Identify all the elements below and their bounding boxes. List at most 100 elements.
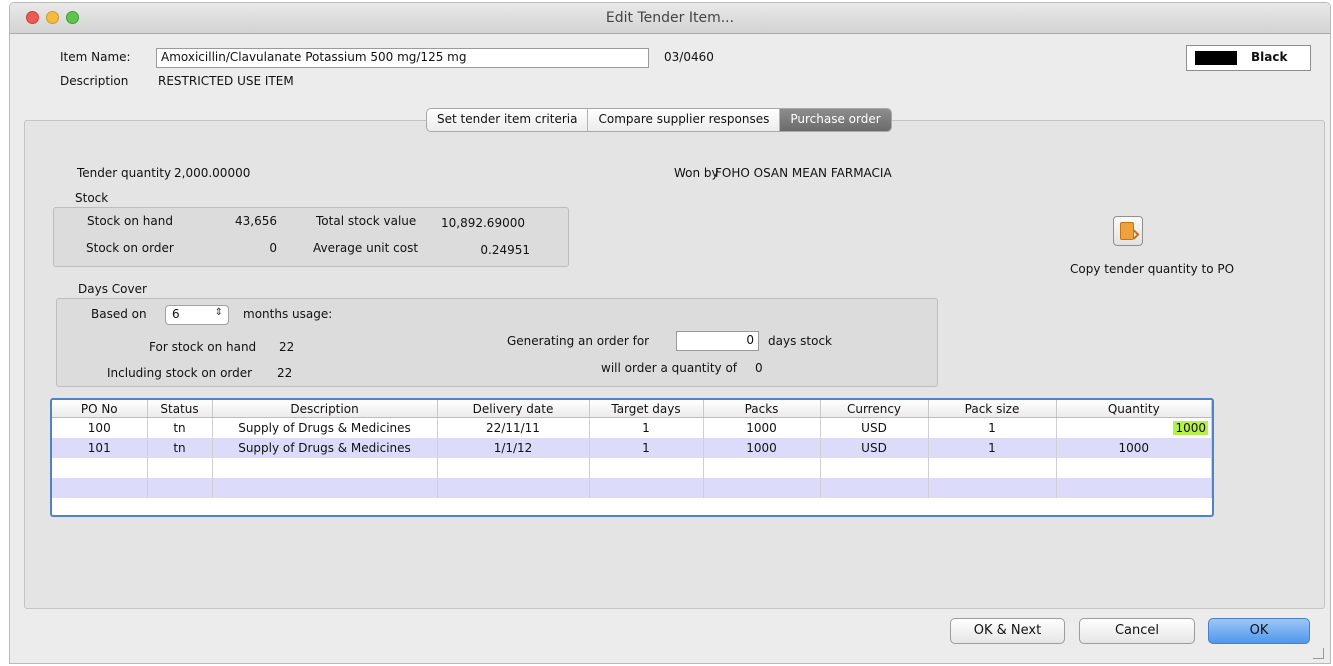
empty-table-row[interactable] xyxy=(52,478,1212,498)
cell-description[interactable]: Supply of Drugs & Medicines xyxy=(212,417,438,438)
cell-currency[interactable]: USD xyxy=(820,417,929,438)
stock-on-order-value: 0 xyxy=(269,241,277,255)
total-stock-value-label: Total stock value xyxy=(316,214,417,228)
column-header-target-days[interactable]: Target days xyxy=(589,400,704,418)
cell-target-days[interactable]: 1 xyxy=(589,417,704,438)
cell-delivery-date[interactable]: 1/1/12 xyxy=(437,438,590,458)
ok-and-next-button[interactable]: OK & Next xyxy=(950,618,1065,644)
cell-packs[interactable]: 1000 xyxy=(703,438,821,458)
including-stock-on-order-value: 22 xyxy=(277,366,293,380)
empty-cell[interactable] xyxy=(212,478,438,498)
column-header-pack-size[interactable]: Pack size xyxy=(928,400,1057,418)
empty-cell[interactable] xyxy=(928,478,1057,498)
won-by-label: Won by xyxy=(674,166,719,180)
cancel-button[interactable]: Cancel xyxy=(1079,618,1195,644)
empty-cell[interactable] xyxy=(437,478,590,498)
empty-cell[interactable] xyxy=(52,458,148,478)
will-order-value: 0 xyxy=(755,361,763,375)
copy-tender-quantity-button[interactable] xyxy=(1113,216,1143,246)
months-usage-label: months usage: xyxy=(243,307,333,321)
purchase-order-panel: Tender quantity 2,000.00000 Won by FOHO … xyxy=(24,120,1325,609)
table-header-row: PO No Status Description Delivery date T… xyxy=(52,400,1212,418)
cell-pack-size[interactable]: 1 xyxy=(928,417,1057,438)
tab-purchase-order[interactable]: Purchase order xyxy=(780,109,891,131)
tab-bar: Set tender item criteria Compare supplie… xyxy=(426,108,892,132)
cell-quantity-editing[interactable]: 1000 xyxy=(1056,417,1212,438)
column-header-status[interactable]: Status xyxy=(147,400,213,418)
stock-on-hand-value: 43,656 xyxy=(235,214,277,228)
tab-compare-supplier-responses[interactable]: Compare supplier responses xyxy=(588,109,781,131)
stock-group-label: Stock xyxy=(75,191,109,205)
cell-quantity[interactable]: 1000 xyxy=(1056,438,1212,458)
cell-currency[interactable]: USD xyxy=(820,438,929,458)
empty-cell[interactable] xyxy=(928,458,1057,478)
column-header-quantity[interactable]: Quantity xyxy=(1056,400,1212,418)
description-label: Description xyxy=(60,74,129,88)
days-cover-group-label: Days Cover xyxy=(78,282,147,296)
edit-tender-item-window: Edit Tender Item... Item Name: Amoxicill… xyxy=(9,2,1331,664)
ok-button[interactable]: OK xyxy=(1208,618,1310,644)
table-row[interactable]: 101 tn Supply of Drugs & Medicines 1/1/1… xyxy=(52,438,1212,458)
empty-cell[interactable] xyxy=(703,478,821,498)
table-row[interactable]: 100 tn Supply of Drugs & Medicines 22/11… xyxy=(52,417,1212,438)
cell-description[interactable]: Supply of Drugs & Medicines xyxy=(212,438,438,458)
item-code: 03/0460 xyxy=(664,50,714,64)
description-value: RESTRICTED USE ITEM xyxy=(158,74,294,88)
empty-cell[interactable] xyxy=(212,458,438,478)
tender-quantity-value: 2,000.00000 xyxy=(174,166,251,180)
empty-cell[interactable] xyxy=(820,458,929,478)
days-stock-input[interactable]: 0 xyxy=(676,331,759,351)
empty-cell[interactable] xyxy=(52,478,148,498)
cell-packs[interactable]: 1000 xyxy=(703,417,821,438)
empty-cell[interactable] xyxy=(437,458,590,478)
cell-po-no[interactable]: 101 xyxy=(52,438,148,458)
average-unit-cost-value: 0.24951 xyxy=(480,243,530,257)
including-stock-on-order-label: Including stock on order xyxy=(107,366,253,380)
stock-group: Stock on hand 43,656 Stock on order 0 To… xyxy=(53,207,569,267)
color-swatch xyxy=(1195,51,1237,65)
empty-table-row[interactable] xyxy=(52,458,1212,478)
for-stock-on-hand-label: For stock on hand xyxy=(149,340,257,354)
column-header-currency[interactable]: Currency xyxy=(820,400,929,418)
quantity-edit-text[interactable]: 1000 xyxy=(1173,421,1208,435)
select-arrows-icon: ⇕ xyxy=(214,307,223,318)
months-select[interactable]: 6 ⇕ xyxy=(165,305,229,325)
cell-pack-size[interactable]: 1 xyxy=(928,438,1057,458)
column-header-description[interactable]: Description xyxy=(212,400,438,418)
empty-cell[interactable] xyxy=(589,458,704,478)
cell-delivery-date[interactable]: 22/11/11 xyxy=(437,417,590,438)
for-stock-on-hand-value: 22 xyxy=(279,340,295,354)
empty-cell[interactable] xyxy=(703,458,821,478)
average-unit-cost-label: Average unit cost xyxy=(313,241,419,255)
column-header-po-no[interactable]: PO No xyxy=(52,400,148,418)
copy-tender-quantity-label: Copy tender quantity to PO xyxy=(1070,262,1235,276)
color-label: Black xyxy=(1251,50,1288,64)
column-header-delivery-date[interactable]: Delivery date xyxy=(437,400,590,418)
cell-po-no[interactable]: 100 xyxy=(52,417,148,438)
empty-cell[interactable] xyxy=(147,458,213,478)
empty-cell[interactable] xyxy=(589,478,704,498)
stock-on-hand-label: Stock on hand xyxy=(87,214,173,228)
cell-status[interactable]: tn xyxy=(147,438,213,458)
item-name-label: Item Name: xyxy=(60,50,131,64)
generating-order-label: Generating an order for xyxy=(507,334,650,348)
total-stock-value: 10,892.69000 xyxy=(441,216,525,230)
based-on-label: Based on xyxy=(91,307,147,321)
window-title: Edit Tender Item... xyxy=(605,10,735,26)
tab-set-tender-item-criteria[interactable]: Set tender item criteria xyxy=(427,109,589,131)
cell-target-days[interactable]: 1 xyxy=(589,438,704,458)
item-name-field[interactable]: Amoxicillin/Clavulanate Potassium 500 mg… xyxy=(156,48,649,68)
column-header-packs[interactable]: Packs xyxy=(703,400,821,418)
days-cover-group: Based on 6 ⇕ months usage: For stock on … xyxy=(56,298,938,387)
cell-status[interactable]: tn xyxy=(147,417,213,438)
purchase-order-table[interactable]: PO No Status Description Delivery date T… xyxy=(50,398,1214,517)
title-bar[interactable]: Edit Tender Item... xyxy=(10,3,1330,34)
days-stock-label: days stock xyxy=(768,334,832,348)
empty-cell[interactable] xyxy=(820,478,929,498)
will-order-label: will order a quantity of xyxy=(601,361,738,375)
resize-grip-icon[interactable] xyxy=(1313,648,1324,659)
empty-cell[interactable] xyxy=(1056,478,1212,498)
empty-cell[interactable] xyxy=(1056,458,1212,478)
empty-cell[interactable] xyxy=(147,478,213,498)
item-color-selector[interactable]: Black xyxy=(1186,45,1311,71)
